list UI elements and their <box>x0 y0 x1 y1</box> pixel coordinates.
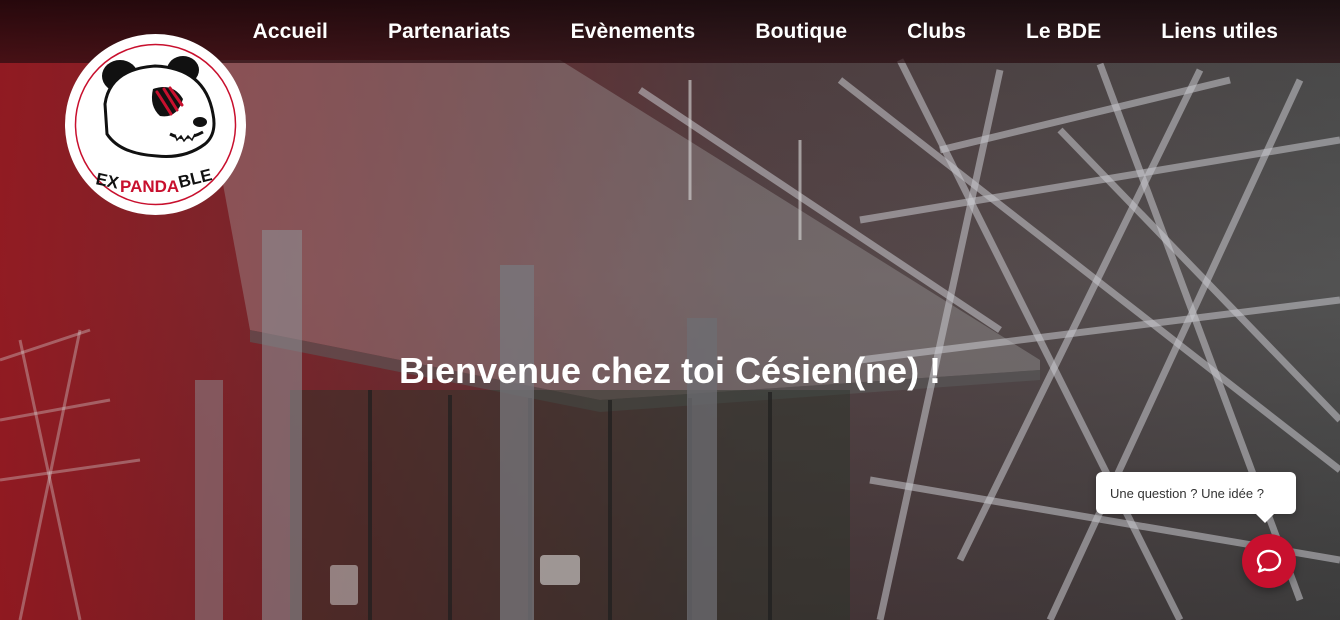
hero-title: Bienvenue chez toi Césien(ne) ! <box>398 350 942 391</box>
logo-text-ex: EX <box>94 169 121 192</box>
chat-button[interactable] <box>1242 534 1296 588</box>
nav-item-clubs[interactable]: Clubs <box>907 20 966 44</box>
nav-item-evenements[interactable]: Evènements <box>571 20 696 44</box>
nav-item-boutique[interactable]: Boutique <box>755 20 847 44</box>
nav-item-liens-utiles[interactable]: Liens utiles <box>1161 20 1278 44</box>
nav-item-partenariats[interactable]: Partenariats <box>388 20 511 44</box>
panda-mascot-icon: EX PANDA BLE <box>74 43 237 206</box>
main-nav: Accueil Partenariats Evènements Boutique… <box>193 20 1278 44</box>
logo-text-panda: PANDA <box>120 177 179 196</box>
chat-bubble-icon <box>1256 549 1282 573</box>
logo-text-ble: BLE <box>176 165 214 192</box>
chat-prompt-bubble[interactable]: Une question ? Une idée ? <box>1096 472 1296 523</box>
nav-item-le-bde[interactable]: Le BDE <box>1026 20 1101 44</box>
expandable-logo[interactable]: EX PANDA BLE <box>65 34 246 215</box>
nav-item-accueil[interactable]: Accueil <box>253 20 328 44</box>
